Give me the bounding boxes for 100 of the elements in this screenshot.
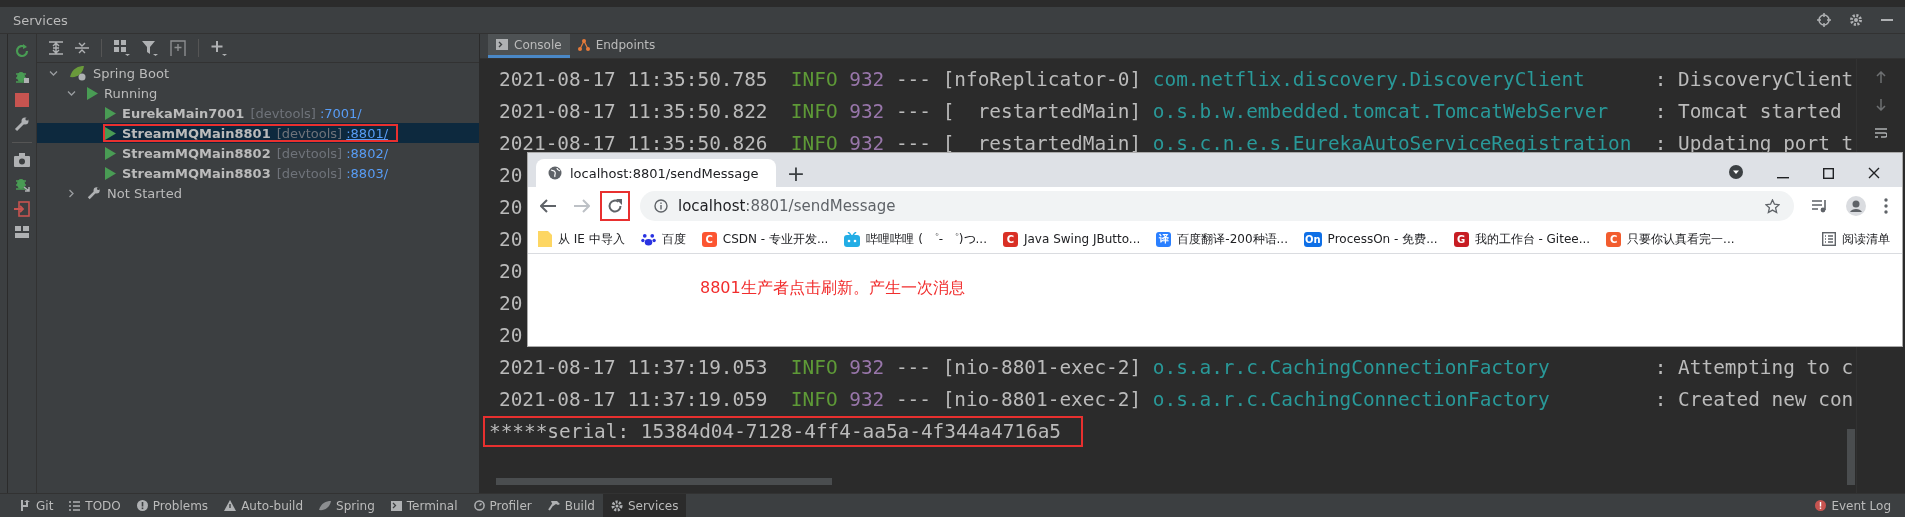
port-link[interactable]: :8802/ bbox=[346, 145, 389, 161]
list-icon bbox=[1822, 232, 1836, 246]
log-level: INFO bbox=[790, 355, 838, 379]
app-tag: [devtools] bbox=[276, 165, 343, 181]
node-label: Spring Boot bbox=[93, 65, 169, 81]
layout-icon[interactable] bbox=[15, 226, 29, 238]
wrench-icon[interactable] bbox=[14, 116, 30, 132]
add-frame-icon[interactable] bbox=[170, 40, 186, 56]
tool-window-button[interactable]: Problems bbox=[128, 494, 217, 517]
minimize-icon[interactable] bbox=[1881, 18, 1893, 22]
tool-window-button[interactable]: Git bbox=[12, 494, 62, 517]
console-output: 20 bbox=[499, 323, 523, 347]
tree-item[interactable]: EurekaMain7001 [devtools] :7001/ bbox=[37, 103, 479, 123]
log-thread: [nio-8801-exec-2] bbox=[942, 387, 1142, 411]
log-message: : Updating port t bbox=[1654, 131, 1854, 155]
minimize-icon[interactable] bbox=[1777, 177, 1789, 179]
alert-badge-icon bbox=[1815, 500, 1827, 511]
group-icon[interactable] bbox=[114, 40, 130, 56]
back-icon[interactable] bbox=[540, 199, 556, 213]
bookmark[interactable]: 哔哩哔哩 ( ゜- ゜)つ... bbox=[844, 230, 987, 248]
port-link[interactable]: :8803/ bbox=[346, 165, 389, 181]
console-tab[interactable]: Console bbox=[488, 34, 570, 58]
target-icon[interactable] bbox=[1817, 13, 1831, 27]
tool-window-button[interactable]: Build bbox=[539, 494, 603, 517]
warning-icon bbox=[224, 500, 237, 511]
site-badge: 译 bbox=[1156, 231, 1172, 247]
leaf-icon bbox=[319, 500, 332, 511]
camera-icon[interactable] bbox=[14, 153, 30, 167]
port-link[interactable]: :7001/ bbox=[319, 105, 362, 121]
bookmark[interactable]: On ProcessOn - 免费... bbox=[1304, 230, 1438, 248]
log-message: : Attempting to c bbox=[1654, 355, 1854, 379]
site-badge: On bbox=[1304, 231, 1322, 247]
tool-window-button[interactable]: Services bbox=[602, 494, 687, 517]
log-message: : DiscoveryClient bbox=[1654, 67, 1854, 91]
tree-item[interactable]: StreamMQMain8803 [devtools] :8803/ bbox=[37, 163, 479, 183]
log-pid: 932 bbox=[849, 131, 885, 155]
play-icon bbox=[105, 106, 116, 120]
maximize-icon[interactable] bbox=[1823, 168, 1834, 179]
console-tab[interactable]: Endpoints bbox=[569, 34, 664, 58]
media-icon[interactable] bbox=[1812, 199, 1828, 213]
close-icon[interactable] bbox=[1868, 167, 1880, 179]
tool-window-button[interactable]: Terminal bbox=[382, 494, 466, 517]
new-tab-button[interactable]: + bbox=[782, 159, 810, 187]
tool-window-button[interactable]: Spring bbox=[311, 494, 383, 517]
site-badge: C bbox=[1002, 231, 1018, 247]
log-separator: --- bbox=[895, 355, 931, 379]
reload-icon bbox=[607, 198, 623, 214]
tree-item[interactable]: StreamMQMain8801 [devtools] :8801/ bbox=[37, 123, 479, 143]
dropdown-icon[interactable] bbox=[1729, 165, 1743, 179]
log-thread: [nfoReplicator-0] bbox=[942, 67, 1142, 91]
tool-window-button[interactable]: Profiler bbox=[465, 494, 540, 517]
gear-icon bbox=[610, 499, 623, 512]
play-icon bbox=[87, 86, 98, 100]
scrollbar-thumb[interactable] bbox=[496, 478, 832, 485]
tree-node[interactable]: Spring Boot bbox=[37, 63, 479, 83]
tool-window-button[interactable]: TODO bbox=[61, 494, 129, 517]
log-time: 2021-08-17 11:35:50.785 bbox=[499, 67, 768, 91]
bookmark[interactable]: C Java Swing JButto... bbox=[1002, 231, 1141, 247]
expand-all-icon[interactable] bbox=[49, 41, 63, 55]
log-separator: --- bbox=[895, 67, 931, 91]
bookmark[interactable]: 百度 bbox=[640, 230, 686, 248]
reading-list[interactable]: 阅读清单 bbox=[1822, 230, 1890, 248]
arrow-up-icon[interactable] bbox=[1876, 71, 1886, 83]
bookmark[interactable]: 从 IE 中导入 bbox=[538, 230, 625, 248]
bookmark[interactable]: G 我的工作台 - Gitee... bbox=[1453, 230, 1591, 248]
scrollbar-thumb[interactable] bbox=[1847, 429, 1855, 485]
browser-tab[interactable]: localhost:8801/sendMessage bbox=[536, 159, 776, 187]
chevron-icon[interactable] bbox=[67, 188, 76, 198]
log-logger: o.s.a.r.c.CachingConnectionFactory bbox=[1152, 355, 1551, 379]
tree-node[interactable]: Running bbox=[37, 83, 479, 103]
port-link[interactable]: :8801/ bbox=[346, 125, 389, 141]
info-icon bbox=[654, 199, 668, 213]
collapse-all-icon[interactable] bbox=[75, 41, 89, 55]
arrow-down-icon[interactable] bbox=[1876, 99, 1886, 111]
profile-icon[interactable] bbox=[1846, 196, 1866, 216]
menu-icon[interactable] bbox=[1884, 198, 1888, 214]
bookmark[interactable]: C CSDN - 专业开发... bbox=[701, 230, 829, 248]
console-output: 20 bbox=[499, 227, 523, 251]
rerun-icon[interactable] bbox=[14, 43, 30, 59]
log-thread: [ restartedMain] bbox=[942, 99, 1142, 123]
log-level: INFO bbox=[790, 131, 838, 155]
star-icon[interactable] bbox=[1765, 198, 1780, 214]
wrap-icon[interactable] bbox=[1875, 127, 1887, 139]
log-logger: o.s.a.r.c.CachingConnectionFactory bbox=[1152, 387, 1551, 411]
bookmark[interactable]: C 只要你认真看完一... bbox=[1606, 230, 1735, 248]
console-output: 20 bbox=[499, 291, 523, 315]
settings-icon[interactable] bbox=[1849, 13, 1863, 27]
reload-button[interactable] bbox=[600, 191, 630, 221]
add-icon[interactable] bbox=[211, 40, 227, 56]
bookmark[interactable]: 译 百度翻译-200种语... bbox=[1156, 230, 1288, 248]
tool-window-button[interactable]: Auto-build bbox=[216, 494, 312, 517]
address-bar[interactable]: localhost:8801/sendMessage bbox=[640, 191, 1794, 221]
network-icon bbox=[577, 38, 590, 51]
panel-title: Services bbox=[13, 12, 68, 28]
exit-icon[interactable] bbox=[14, 201, 30, 217]
filter-icon[interactable] bbox=[142, 40, 158, 56]
event-log-button[interactable]: Event Log bbox=[1807, 494, 1905, 517]
tree-item[interactable]: StreamMQMain8802 [devtools] :8802/ bbox=[37, 143, 479, 163]
tree-node[interactable]: Not Started bbox=[37, 183, 479, 203]
bug-icon[interactable] bbox=[14, 176, 30, 192]
